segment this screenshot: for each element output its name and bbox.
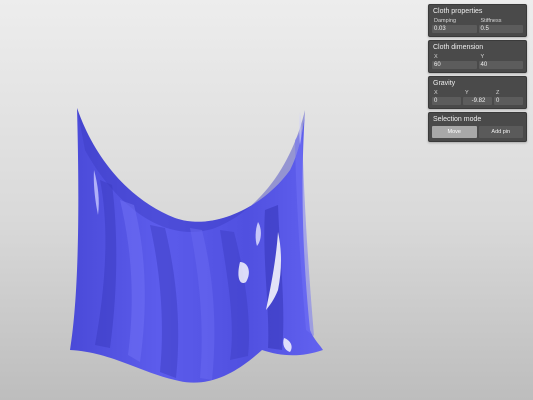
- cloth-properties-panel: Cloth properties Damping Stiffness 0.03 …: [428, 4, 527, 37]
- move-button[interactable]: Move: [432, 126, 477, 138]
- gravity-x-label: X: [434, 90, 438, 96]
- stiffness-field[interactable]: 0.5: [478, 25, 523, 33]
- panel-title: Selection mode: [433, 116, 482, 123]
- panel-title: Cloth dimension: [433, 44, 484, 51]
- panel-title: Cloth properties: [433, 8, 483, 15]
- gravity-y-label: Y: [465, 90, 469, 96]
- gravity-y-field[interactable]: -9.82: [463, 97, 492, 105]
- dimension-x-label: X: [434, 54, 438, 60]
- cloth-dimension-panel: Cloth dimension X Y 60 40: [428, 40, 527, 73]
- gravity-z-field[interactable]: 0: [494, 97, 523, 105]
- dimension-y-field[interactable]: 40: [478, 61, 523, 69]
- add-pin-button[interactable]: Add pin: [478, 126, 523, 138]
- damping-field[interactable]: 0.03: [432, 25, 477, 33]
- gravity-z-label: Z: [496, 90, 500, 96]
- damping-label: Damping: [434, 18, 457, 24]
- dimension-x-field[interactable]: 60: [432, 61, 477, 69]
- stiffness-label: Stiffness: [480, 18, 502, 24]
- gravity-x-field[interactable]: 0: [432, 97, 461, 105]
- panel-title: Gravity: [433, 80, 456, 87]
- selection-mode-panel: Selection mode Move Add pin: [428, 112, 527, 142]
- control-panels: Cloth properties Damping Stiffness 0.03 …: [428, 4, 527, 145]
- gravity-panel: Gravity X Y Z 0 -9.82 0: [428, 76, 527, 109]
- dimension-y-label: Y: [480, 54, 485, 60]
